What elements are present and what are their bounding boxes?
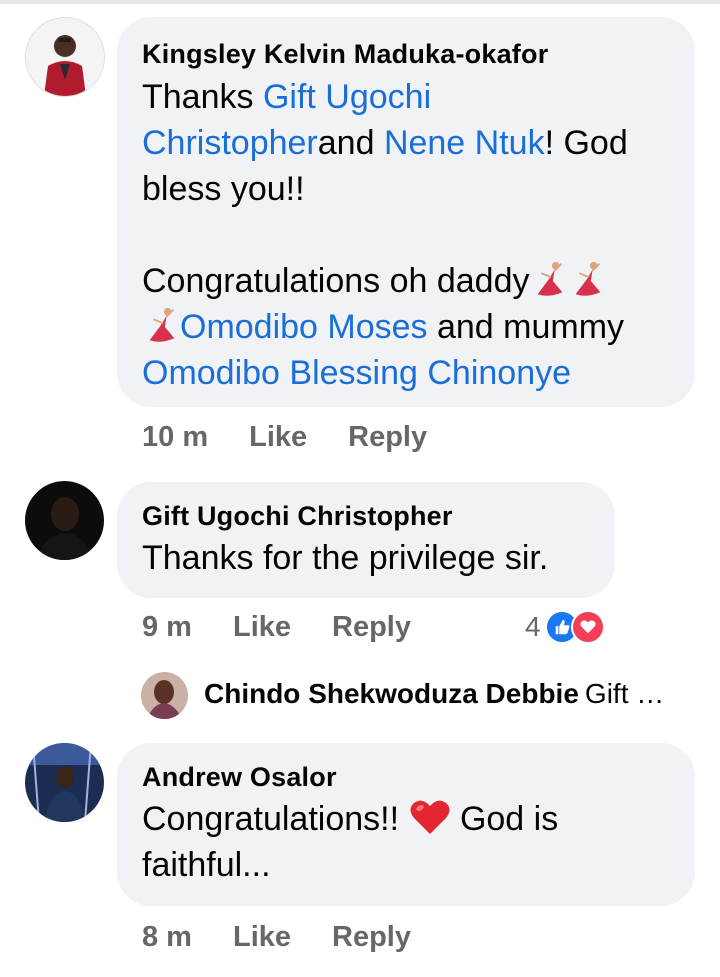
comment-actions: 10 m Like Reply: [142, 421, 427, 454]
comment-timestamp[interactable]: 8 m: [142, 921, 192, 954]
like-button[interactable]: Like: [233, 611, 291, 644]
dancing-woman-icon: [537, 261, 562, 296]
avatar-gift[interactable]: [25, 481, 104, 560]
comment-bubble-gift: Gift Ugochi Christopher Thanks for the p…: [117, 482, 615, 598]
reply-preview[interactable]: Chindo Shekwoduza Debbie Gift …: [204, 678, 664, 710]
text-fragment: God is: [450, 800, 559, 838]
mention-link[interactable]: Omodibo Moses: [180, 308, 428, 346]
like-button[interactable]: Like: [249, 421, 307, 454]
text-fragment: Congratulations!!: [142, 800, 409, 838]
comment-timestamp[interactable]: 9 m: [142, 611, 192, 644]
text-fragment: Congratulations oh daddy: [142, 262, 530, 300]
love-icon: [570, 610, 605, 644]
comment-author[interactable]: Andrew Osalor: [142, 760, 671, 794]
reply-button[interactable]: Reply: [348, 421, 427, 454]
profile-photo-icon: [25, 481, 104, 560]
reply-snippet: Gift …: [584, 678, 665, 709]
comment-author[interactable]: Kingsley Kelvin Maduka-okafor: [142, 37, 671, 71]
comment-text: Thanks for the privilege sir.: [142, 539, 549, 577]
text-fragment: bless you!!: [142, 170, 305, 208]
mention-link[interactable]: Christopher: [142, 124, 318, 162]
reply-button[interactable]: Reply: [332, 611, 411, 644]
mention-link[interactable]: Omodibo Blessing Chinonye: [142, 354, 571, 392]
reaction-count: 4: [525, 611, 541, 642]
avatar-kingsley[interactable]: [25, 17, 105, 97]
comment-text: Congratulations!! God is faithful...: [142, 796, 671, 888]
top-divider: [0, 0, 720, 4]
profile-photo-icon: [141, 672, 188, 719]
mention-link[interactable]: Nene Ntuk: [384, 124, 545, 162]
text-fragment: and: [317, 124, 384, 162]
dancing-woman-icon: [149, 307, 175, 342]
reaction-summary[interactable]: 4: [525, 610, 605, 644]
comment-bubble-kingsley: Kingsley Kelvin Maduka-okafor Thanks Gif…: [117, 17, 695, 407]
like-button[interactable]: Like: [233, 921, 291, 954]
profile-photo-icon: [26, 18, 104, 96]
text-fragment: faithful...: [142, 846, 271, 884]
avatar-andrew[interactable]: [25, 743, 104, 822]
red-heart-icon: [410, 800, 449, 834]
text-fragment: and mummy: [427, 308, 625, 346]
mention-link[interactable]: Gift Ugochi: [263, 78, 431, 116]
reply-author[interactable]: Chindo Shekwoduza Debbie: [204, 678, 579, 710]
dancing-woman-icon: [575, 261, 600, 296]
profile-photo-icon: [25, 743, 104, 822]
comment-actions: 9 m Like Reply: [142, 611, 411, 644]
avatar-chindo[interactable]: [141, 672, 188, 719]
reply-button[interactable]: Reply: [332, 921, 411, 954]
text-fragment: Thanks: [142, 78, 263, 116]
text-fragment: ! God: [544, 124, 628, 162]
comment-author[interactable]: Gift Ugochi Christopher: [142, 499, 591, 533]
comment-text: Thanks Gift Ugochi Christopherand Nene N…: [142, 74, 671, 396]
comment-actions: 8 m Like Reply: [142, 921, 411, 954]
comment-timestamp[interactable]: 10 m: [142, 421, 208, 454]
comment-bubble-andrew: Andrew Osalor Congratulations!! God is f…: [117, 743, 695, 906]
